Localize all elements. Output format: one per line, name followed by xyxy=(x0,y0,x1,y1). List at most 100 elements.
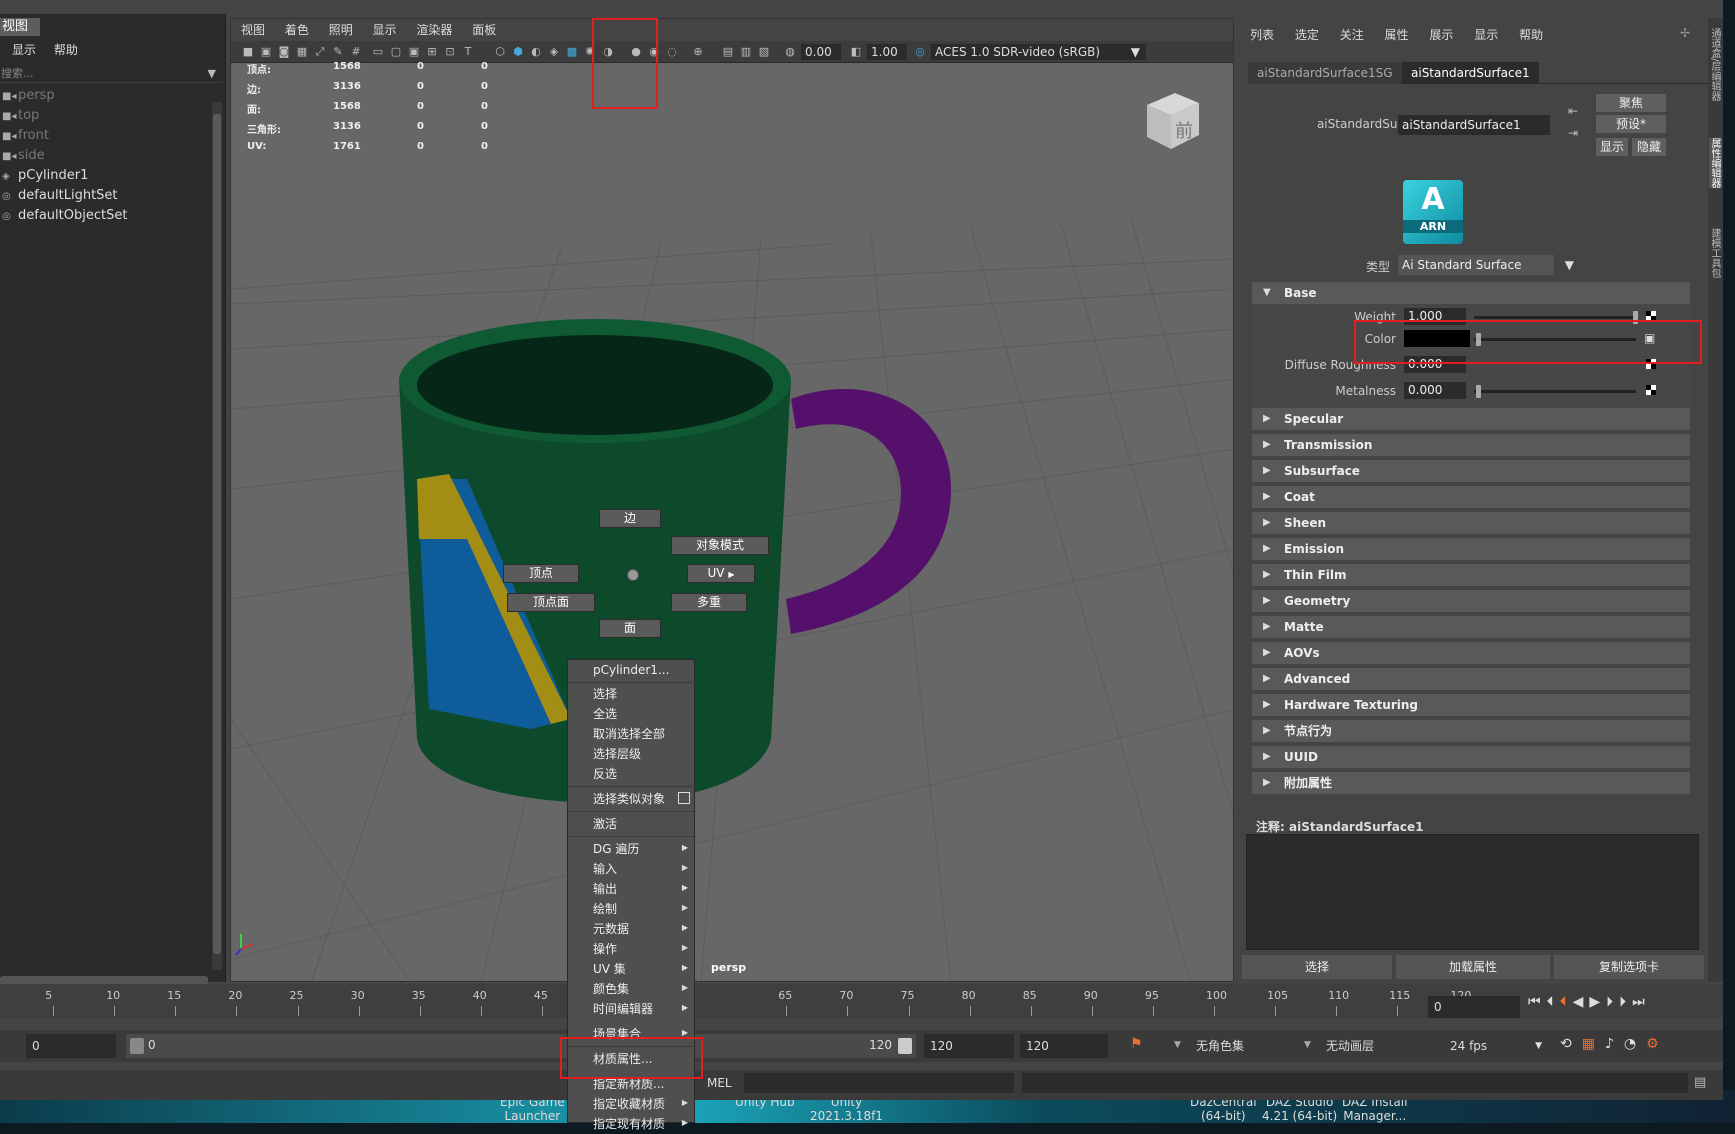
notes-textarea[interactable] xyxy=(1246,834,1699,950)
chevron-down-icon[interactable]: ▼ xyxy=(1174,1040,1181,1050)
ctx-item-select-similar[interactable]: 选择类似对象 xyxy=(593,789,665,809)
section-thin-film[interactable]: ▶ Thin Film xyxy=(1252,564,1690,586)
ctx-item-color-sets[interactable]: 颜色集 xyxy=(593,979,629,999)
grease-pencil-icon[interactable]: ✎ xyxy=(331,45,345,59)
field-chart-icon[interactable]: ⊞ xyxy=(425,45,439,59)
section-specular[interactable]: ▶ Specular xyxy=(1252,408,1690,430)
section-hardware-texturing[interactable]: ▶ Hardware Texturing xyxy=(1252,694,1690,716)
show-button[interactable]: 显示 xyxy=(1596,138,1628,156)
bookmark-icon[interactable]: ◙ xyxy=(277,45,291,59)
settings-icon[interactable]: ⚙ xyxy=(1646,1036,1669,1052)
tab-modeling-toolkit[interactable]: 建模工具包 xyxy=(1709,228,1722,278)
tab-channel-box[interactable]: 通道盒/层编辑器 xyxy=(1709,28,1722,101)
go-to-start-icon[interactable]: ⏮ xyxy=(1528,994,1547,1010)
outliner-item-defaultobjectset[interactable]: ◎ defaultObjectSet xyxy=(2,206,127,226)
gamma-field[interactable]: 1.00 xyxy=(867,44,907,60)
ctx-item-outputs[interactable]: 输出 xyxy=(593,879,617,899)
attr-menu-list[interactable]: 列表 xyxy=(1250,28,1274,42)
copy-tab-button[interactable]: 复制选项卡 xyxy=(1554,955,1704,979)
section-sheen[interactable]: ▶ Sheen xyxy=(1252,512,1690,534)
anti-aliasing-icon[interactable]: ◌ xyxy=(665,45,679,59)
focus-button[interactable]: 聚焦 xyxy=(1596,94,1666,112)
scene-start-field[interactable]: 0 xyxy=(26,1034,116,1058)
hide-button[interactable]: 隐藏 xyxy=(1632,138,1666,156)
type-select[interactable]: Ai Standard Surface ▼ xyxy=(1398,255,1574,275)
step-forward-key-icon[interactable]: ⏵ xyxy=(1619,994,1632,1010)
section-subsurface[interactable]: ▶ Subsurface xyxy=(1252,460,1690,482)
attr-menu-show[interactable]: 显示 xyxy=(1474,28,1498,42)
grid-icon[interactable]: # xyxy=(349,45,363,59)
attr-menu-showcase[interactable]: 展示 xyxy=(1429,28,1453,42)
ctx-item-paint[interactable]: 绘制 xyxy=(593,899,617,919)
animation-end-field[interactable]: 120 xyxy=(1020,1034,1108,1058)
step-forward-frame-icon[interactable]: ⏵ xyxy=(1606,994,1619,1010)
chevron-down-icon[interactable]: ▼ xyxy=(1304,1040,1311,1050)
xray-icon[interactable]: ▤ xyxy=(721,45,735,59)
film-gate-icon[interactable]: ▭ xyxy=(371,45,385,59)
outliner-item-pcylinder1[interactable]: ◈ pCylinder1 xyxy=(2,166,88,186)
command-input[interactable] xyxy=(744,1073,1014,1093)
outliner-item-front[interactable]: ■◂ front xyxy=(2,126,49,146)
section-uuid[interactable]: ▶ UUID xyxy=(1252,746,1690,768)
outliner-search-input[interactable]: 搜索... ▼ xyxy=(0,64,222,83)
play-backwards-icon[interactable]: ◀ xyxy=(1573,994,1590,1010)
sound-icon[interactable]: ♪ xyxy=(1605,1036,1624,1052)
outliner-item-persp[interactable]: ■◂ persp xyxy=(2,86,55,106)
smooth-shade-icon[interactable]: ⬢ xyxy=(511,45,525,59)
section-emission[interactable]: ▶ Emission xyxy=(1252,538,1690,560)
wireframe-on-shaded-icon[interactable]: ◈ xyxy=(547,45,561,59)
section-advanced[interactable]: ▶ Advanced xyxy=(1252,668,1690,690)
tab-attribute-editor[interactable]: 属性编辑器 xyxy=(1709,138,1722,188)
section-matte[interactable]: ▶ Matte xyxy=(1252,616,1690,638)
outliner-menu-show[interactable]: 显示 xyxy=(12,43,36,57)
presets-button[interactable]: 预设* xyxy=(1596,115,1666,133)
play-forwards-icon[interactable]: ▶ xyxy=(1589,994,1606,1010)
2d-pan-icon[interactable]: ⤢ xyxy=(313,45,327,59)
step-back-frame-icon[interactable]: ⏴ xyxy=(1560,994,1573,1010)
go-to-end-icon[interactable]: ⏭ xyxy=(1632,994,1651,1010)
command-language[interactable]: MEL xyxy=(707,1076,732,1090)
metalness-field[interactable]: 0.000 xyxy=(1404,382,1466,399)
outliner-item-defaultlightset[interactable]: ◎ defaultLightSet xyxy=(2,186,118,206)
map-button-icon[interactable] xyxy=(1646,385,1656,395)
tab-shading-group[interactable]: aiStandardSurface1SG xyxy=(1248,62,1402,84)
output-connection-icon[interactable]: ⇥ xyxy=(1568,126,1578,140)
camera-select-icon[interactable]: ■ xyxy=(241,45,255,59)
auto-key-icon[interactable]: ▦ xyxy=(1582,1036,1605,1052)
xray-joints-icon[interactable]: ▥ xyxy=(739,45,753,59)
mm-uv[interactable]: UV ▶ xyxy=(687,564,755,583)
mm-vertex[interactable]: 顶点 xyxy=(503,564,579,583)
vp-menu-shading[interactable]: 着色 xyxy=(285,23,309,37)
range-handle-start[interactable] xyxy=(130,1038,144,1054)
isolate-select-icon[interactable]: ⊕ xyxy=(691,45,705,59)
mm-multi[interactable]: 多重 xyxy=(671,593,747,612)
vp-menu-renderer[interactable]: 渲染器 xyxy=(416,23,452,37)
ctx-item-time-editor[interactable]: 时间编辑器 xyxy=(593,999,653,1019)
ctx-item-select-hierarchy[interactable]: 选择层级 xyxy=(593,744,641,764)
mm-edge[interactable]: 边 xyxy=(599,509,661,528)
color-space-select[interactable]: ACES 1.0 SDR-video (sRGB) ▼ xyxy=(931,44,1146,60)
loop-icon[interactable]: ⟲ xyxy=(1560,1036,1582,1052)
ctx-item-select[interactable]: 选择 xyxy=(593,684,617,704)
key-icon[interactable]: ⚑ xyxy=(1130,1036,1143,1052)
ctx-item-deselect-all[interactable]: 取消选择全部 xyxy=(593,724,665,744)
input-connection-icon[interactable]: ⇤ xyxy=(1568,104,1578,118)
section-transmission[interactable]: ▶ Transmission xyxy=(1252,434,1690,456)
current-frame-field[interactable]: 0 xyxy=(1428,996,1520,1018)
ctx-item-metadata[interactable]: 元数据 xyxy=(593,919,629,939)
vp-menu-show[interactable]: 显示 xyxy=(373,23,397,37)
node-name-field[interactable]: aiStandardSurface1 xyxy=(1398,115,1550,135)
ctx-item-inputs[interactable]: 输入 xyxy=(593,859,617,879)
section-geometry[interactable]: ▶ Geometry xyxy=(1252,590,1690,612)
image-plane-icon[interactable]: ▦ xyxy=(295,45,309,59)
animation-prefs-icon[interactable]: ◔ xyxy=(1624,1036,1646,1052)
ctx-item-uv-sets[interactable]: UV 集 xyxy=(593,959,626,979)
gate-mask-icon[interactable]: ▣ xyxy=(407,45,421,59)
viewcube-face-label[interactable]: 前 xyxy=(1175,117,1193,143)
section-aovs[interactable]: ▶ AOVs xyxy=(1252,642,1690,664)
mm-face[interactable]: 面 xyxy=(599,619,661,638)
camera-attr-icon[interactable]: ▣ xyxy=(259,45,273,59)
attr-menu-selected[interactable]: 选定 xyxy=(1295,28,1319,42)
mm-vertex-face[interactable]: 顶点面 xyxy=(507,593,595,612)
exposure-icon[interactable]: ◍ xyxy=(783,45,797,59)
